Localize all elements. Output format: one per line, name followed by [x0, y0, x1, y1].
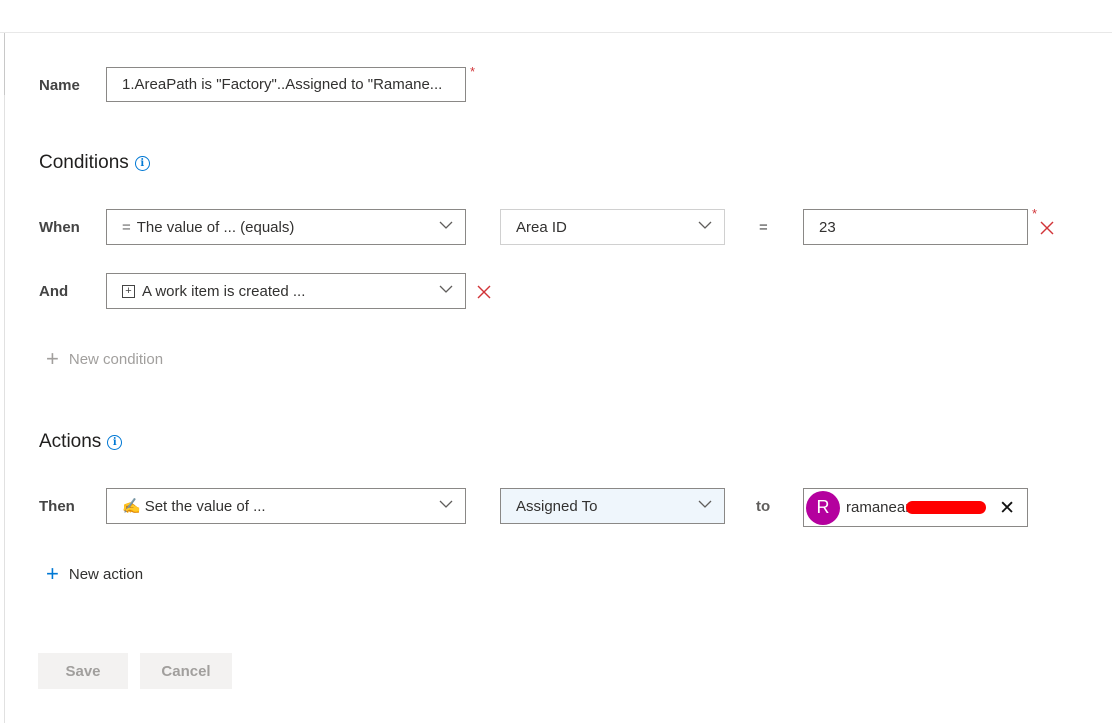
top-bar: [0, 0, 1112, 33]
chevron-down-icon: [439, 499, 453, 509]
when-field-dropdown[interactable]: Area ID: [500, 209, 725, 245]
when-value-input[interactable]: 23: [803, 209, 1028, 245]
left-border: [4, 33, 5, 723]
identity-picker[interactable]: R ramanear ✕: [803, 488, 1028, 527]
when-label: When: [39, 219, 80, 236]
close-icon[interactable]: ✕: [999, 499, 1015, 518]
name-input[interactable]: 1.AreaPath is "Factory"..Assigned to "Ra…: [106, 67, 466, 102]
save-button[interactable]: Save: [38, 653, 128, 689]
name-label: Name: [39, 77, 80, 94]
chevron-down-icon: [439, 284, 453, 294]
remove-condition-icon[interactable]: [477, 285, 491, 299]
work-item-created-icon: +: [122, 284, 135, 298]
and-condition-value: A work item is created ...: [142, 282, 306, 300]
when-value-text: 23: [819, 218, 836, 236]
new-condition-label: New condition: [68, 350, 164, 368]
chevron-down-icon: [439, 220, 453, 230]
left-border-accent: [4, 33, 5, 95]
new-action-label: New action: [68, 565, 144, 583]
name-input-value: 1.AreaPath is "Factory"..Assigned to "Ra…: [122, 76, 443, 93]
operator-equals: =: [759, 219, 768, 236]
actions-heading-text: Actions: [39, 431, 102, 452]
conditions-heading-text: Conditions: [39, 152, 129, 173]
when-field-value: Area ID: [516, 218, 567, 236]
when-condition-value: The value of ... (equals): [136, 218, 295, 236]
info-icon[interactable]: i: [134, 155, 150, 171]
cancel-button[interactable]: Cancel: [140, 653, 232, 689]
avatar: R: [806, 490, 840, 525]
chevron-down-icon: [698, 220, 712, 230]
when-condition-dropdown[interactable]: = The value of ... (equals): [106, 209, 466, 245]
and-label: And: [39, 283, 69, 300]
conditions-heading: Conditions i: [39, 152, 150, 174]
then-action-value: Set the value of ...: [144, 497, 266, 515]
then-field-dropdown[interactable]: Assigned To: [500, 488, 725, 524]
name-required-mark: *: [470, 64, 476, 79]
new-condition-button[interactable]: + New condition: [46, 348, 163, 370]
then-field-value: Assigned To: [516, 497, 598, 515]
plus-icon: +: [46, 346, 59, 371]
and-condition-dropdown[interactable]: + A work item is created ...: [106, 273, 466, 309]
identity-name: ramanear: [846, 499, 911, 516]
new-action-button[interactable]: + New action: [46, 563, 143, 585]
info-icon[interactable]: i: [107, 434, 123, 450]
connector-to: to: [756, 498, 771, 515]
plus-icon: +: [46, 561, 59, 586]
remove-condition-icon[interactable]: [1040, 221, 1054, 235]
when-required-mark: *: [1032, 206, 1038, 221]
then-action-dropdown[interactable]: ✍ Set the value of ...: [106, 488, 466, 524]
set-value-icon: ✍: [122, 498, 141, 515]
redaction-mark: [906, 501, 987, 514]
equals-icon: =: [122, 218, 131, 236]
chevron-down-icon: [698, 499, 712, 509]
actions-heading: Actions i: [39, 431, 123, 453]
then-label: Then: [39, 498, 75, 515]
